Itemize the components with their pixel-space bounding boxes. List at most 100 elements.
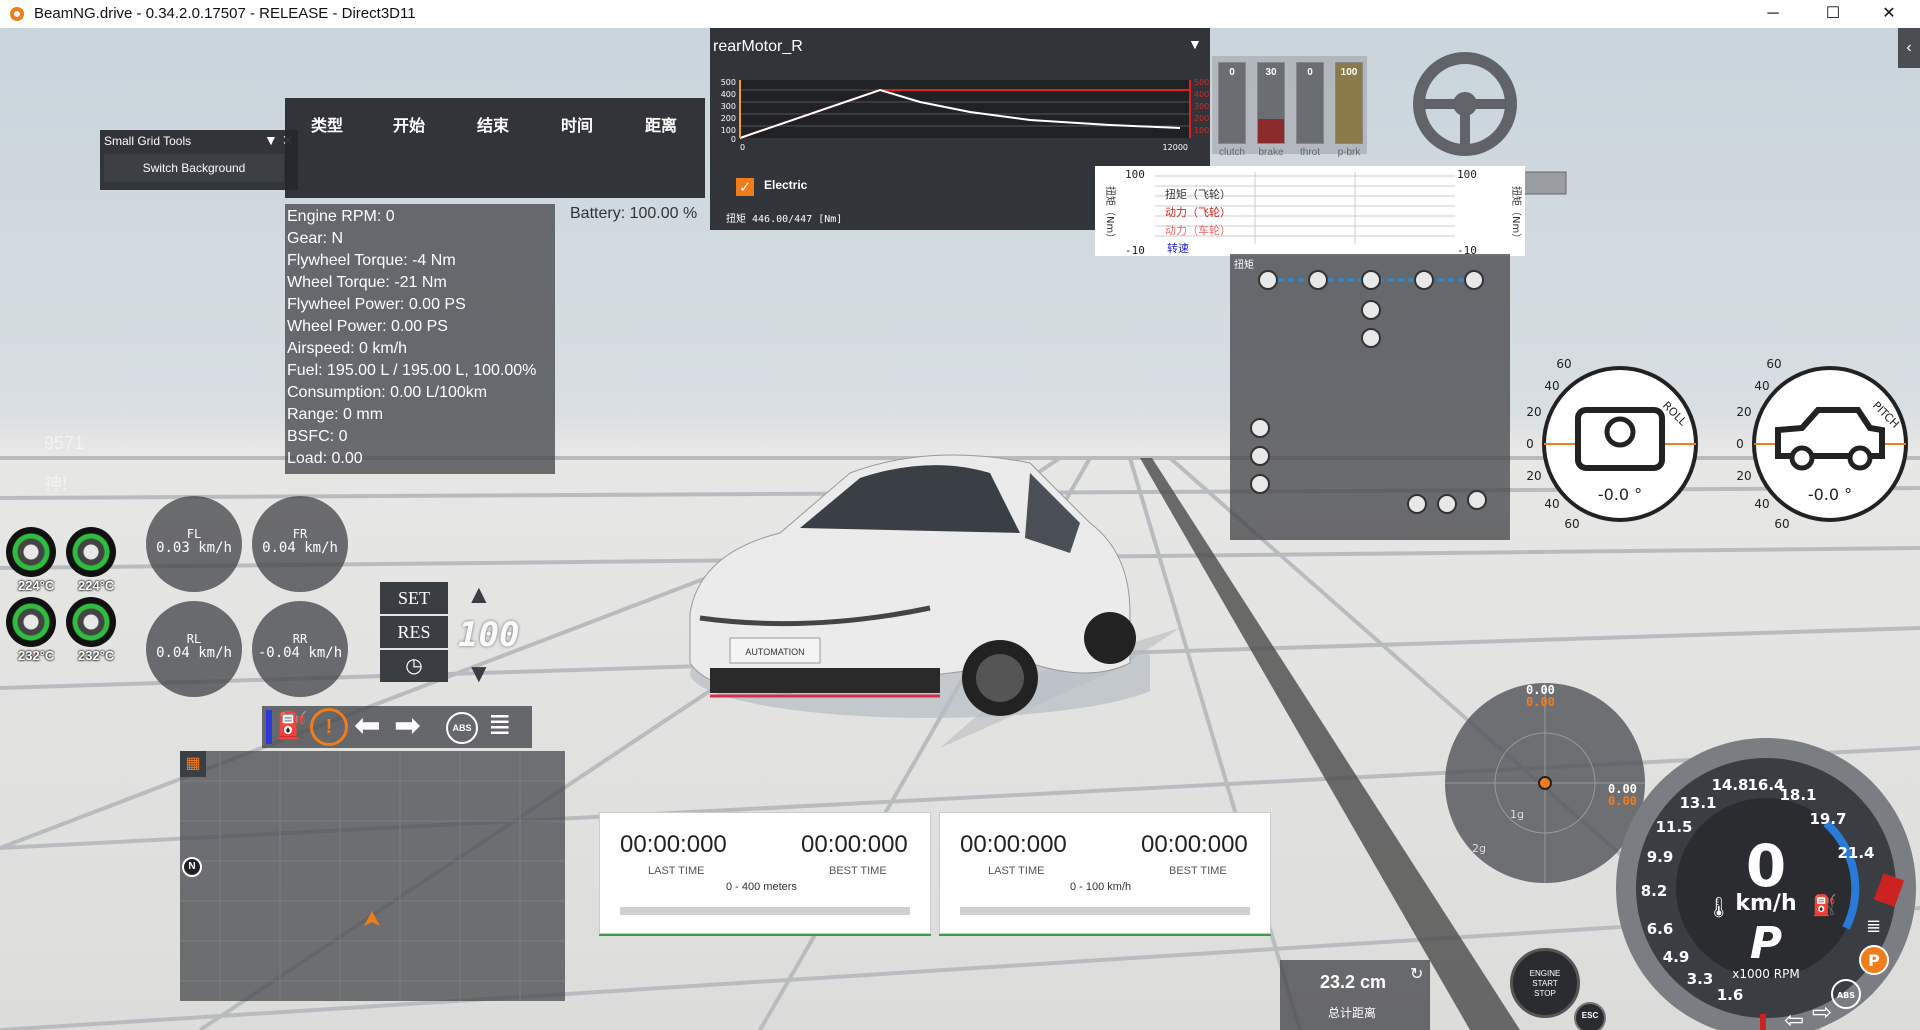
brake-value: 30 bbox=[1265, 67, 1277, 78]
small-grid-tools-title: Small Grid Tools bbox=[104, 134, 192, 148]
brake-fill bbox=[1258, 119, 1284, 143]
timer-100kmh-desc: 0 - 100 km/h bbox=[1070, 881, 1132, 893]
esc-button[interactable]: ESC bbox=[1574, 1002, 1606, 1030]
rpm-mark-5: 9.9 bbox=[1647, 848, 1674, 866]
compass-north: N bbox=[182, 857, 202, 877]
engine-start-stop-button[interactable]: ENGINE START STOP bbox=[1510, 948, 1580, 1018]
window-title: BeamNG.drive - 0.34.2.0.17507 - RELEASE … bbox=[34, 5, 416, 22]
fuel-gauge-icon: ⛽ bbox=[1812, 893, 1837, 917]
roll-gauge: 60 40 20 0 20 40 60 ROLL -0.0 ° bbox=[1526, 358, 1698, 531]
rpm-mark-0: 1.6 bbox=[1717, 986, 1744, 1004]
minimize-button[interactable]: ─ bbox=[1750, 0, 1796, 28]
tire-rl-icon bbox=[6, 597, 56, 647]
motor-tick-r0: 500 bbox=[1194, 78, 1209, 87]
pitch-tick-2: 20 bbox=[1736, 405, 1751, 419]
engine-label-3: STOP bbox=[1534, 989, 1556, 998]
wheel-speed-rl: RL 0.04 km/h bbox=[146, 601, 242, 697]
wheel-speed-fr-value: 0.04 km/h bbox=[262, 540, 338, 556]
wheel-speed-fl-name: FL bbox=[186, 527, 202, 541]
minimap[interactable]: ▦ N bbox=[180, 751, 565, 1001]
throttle-value: 0 bbox=[1307, 67, 1313, 78]
flywheel-power-text: Flywheel Power: 0.00 PS bbox=[287, 296, 466, 313]
pitch-tick-1: 40 bbox=[1754, 379, 1769, 393]
distance-panel: 23.2 cm 总计距离 ↻ bbox=[1280, 960, 1430, 1030]
roll-tick-1: 40 bbox=[1544, 379, 1559, 393]
maximize-button[interactable]: ☐ bbox=[1810, 0, 1856, 28]
timer-100kmh: 00:00:000 00:00:000 LAST TIME BEST TIME … bbox=[939, 812, 1271, 934]
parking-brake-label: p-brk bbox=[1337, 147, 1361, 158]
load-text: Load: 0.00 bbox=[287, 450, 363, 467]
motor-x-start: 0 bbox=[740, 143, 745, 152]
gforce-ring2: 2g bbox=[1472, 842, 1486, 855]
pitch-tick-6: 60 bbox=[1774, 517, 1789, 531]
left-turn-signal-icon: ⬅ bbox=[354, 707, 381, 743]
motor-torque-chart: 500 400 300 200 100 0 500 400 300 200 10… bbox=[721, 78, 1210, 152]
torque-readout: 扭矩 446.00/447 [Nm] bbox=[726, 214, 843, 225]
speedometer-icon[interactable]: ◷ bbox=[380, 650, 448, 682]
rpm-mark-8: 14.8 bbox=[1711, 776, 1748, 794]
motor-tick-l1: 400 bbox=[721, 90, 736, 99]
cruise-down-icon[interactable]: ▼ bbox=[466, 658, 492, 689]
game-viewport[interactable]: AUTOMATION Small Grid Tools ▼ ✕ Switch B… bbox=[0, 28, 1920, 1030]
motor-dropdown-icon[interactable]: ▼ bbox=[1188, 36, 1202, 52]
roll-tick-6: 60 bbox=[1564, 517, 1579, 531]
beamng-logo-icon bbox=[10, 7, 24, 21]
close-button[interactable]: ✕ bbox=[1866, 0, 1912, 28]
wheel-speed-rl-value: 0.04 km/h bbox=[156, 645, 232, 661]
fuel-level-bar bbox=[266, 710, 272, 744]
parking-brake-pedal: 100 p-brk bbox=[1335, 62, 1363, 158]
rpm-mark-12: 21.4 bbox=[1837, 844, 1874, 862]
timer-400m-desc: 0 - 400 meters bbox=[726, 881, 797, 893]
small-grid-tools-panel: Small Grid Tools ▼ ✕ Switch Background bbox=[100, 130, 298, 190]
collapse-icon[interactable]: ▼ bbox=[264, 132, 278, 148]
wheel-speed-fr-name: FR bbox=[292, 527, 308, 541]
pitch-tick-5: 40 bbox=[1754, 497, 1769, 511]
switch-background-button[interactable]: Switch Background bbox=[104, 154, 284, 182]
motor-tick-l3: 200 bbox=[721, 114, 736, 123]
headlight-status-icon: ≣ bbox=[1866, 916, 1881, 937]
cruise-up-icon[interactable]: ▲ bbox=[466, 579, 492, 610]
roll-tick-5: 40 bbox=[1544, 497, 1559, 511]
rpm-mark-4: 8.2 bbox=[1641, 882, 1668, 900]
tire-fr-temp: 224°C bbox=[78, 578, 115, 593]
force-series-1: 扭矩（飞轮） bbox=[1165, 187, 1231, 201]
electric-checkbox[interactable]: ✓ bbox=[736, 178, 754, 196]
engine-label-2: START bbox=[1532, 979, 1558, 988]
tire-rr-icon bbox=[66, 597, 116, 647]
record-table-panel: 类型 开始 结束 时间 距离 bbox=[285, 98, 705, 198]
wheel-power-text: Wheel Power: 0.00 PS bbox=[287, 318, 448, 335]
pitch-tick-3: 0 bbox=[1736, 437, 1744, 451]
wheel-speed-rl-name: RL bbox=[186, 632, 202, 646]
rear-axle-diagram bbox=[1407, 490, 1487, 514]
rpm-mark-1: 3.3 bbox=[1687, 970, 1714, 988]
timer-100kmh-best: 00:00:000 bbox=[1141, 831, 1248, 858]
map-icon[interactable]: ▦ bbox=[180, 751, 206, 777]
pitch-value: -0.0 ° bbox=[1808, 485, 1852, 504]
motor-x-end: 12000 bbox=[1163, 143, 1188, 152]
pitch-tick-4: 20 bbox=[1736, 469, 1751, 483]
faded-label: 神! bbox=[44, 474, 68, 494]
reset-distance-icon[interactable]: ↻ bbox=[1410, 964, 1423, 984]
col-start: 开始 bbox=[393, 118, 426, 135]
clutch-value: 0 bbox=[1229, 67, 1235, 78]
speed-value: 0 bbox=[1746, 832, 1786, 900]
pitch-tick-0: 60 bbox=[1766, 358, 1781, 371]
timer-100kmh-best-label: BEST TIME bbox=[1169, 865, 1227, 877]
force-left-axis-label: 扭矩（Nm） bbox=[1104, 186, 1117, 243]
cruise-res-button[interactable]: RES bbox=[380, 616, 448, 648]
pitch-gauge: 60 40 20 0 20 40 60 PITCH -0.0 ° bbox=[1736, 358, 1908, 531]
player-arrow-icon bbox=[364, 911, 380, 926]
roll-tick-2: 20 bbox=[1526, 405, 1541, 419]
cruise-set-button[interactable]: SET bbox=[380, 582, 448, 614]
force-left-bottom: -10 bbox=[1125, 244, 1145, 256]
fuel-text: Fuel: 195.00 L / 195.00 L, 100.00% bbox=[287, 362, 537, 379]
force-right-top: 100 bbox=[1457, 168, 1477, 181]
svg-text:AUTOMATION: AUTOMATION bbox=[745, 647, 804, 657]
motor-tick-r3: 200 bbox=[1194, 114, 1209, 123]
timer-100kmh-last-label: LAST TIME bbox=[988, 865, 1045, 877]
rpm-mark-3: 6.6 bbox=[1647, 920, 1674, 938]
brake-warning-icon: ! bbox=[310, 708, 348, 746]
sidebar-toggle-icon[interactable]: ‹ bbox=[1898, 28, 1920, 68]
timer-400m-last-label: LAST TIME bbox=[648, 865, 705, 877]
speedometer-cluster: 1.6 3.3 4.9 6.6 8.2 9.9 11.5 13.1 14.8 1… bbox=[1616, 738, 1916, 1030]
